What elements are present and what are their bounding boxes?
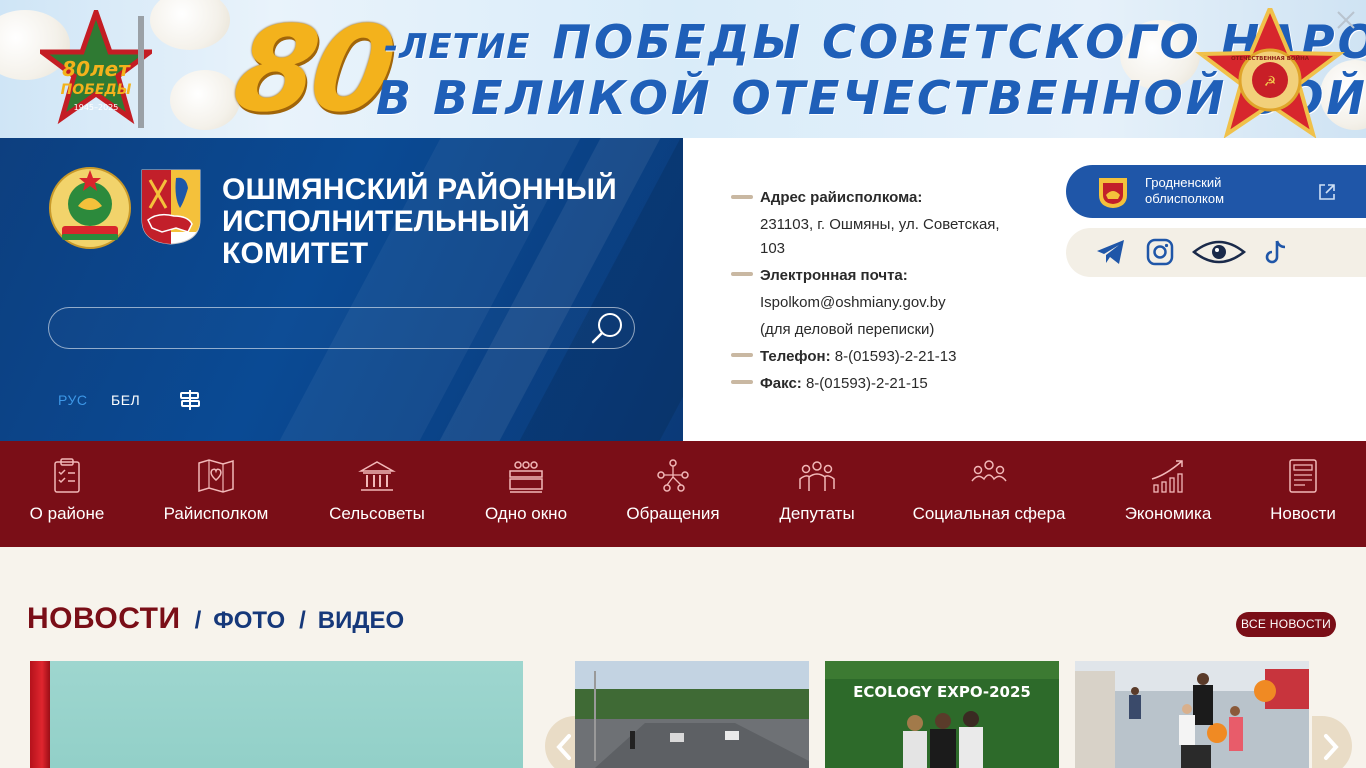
instagram-icon[interactable] xyxy=(1146,236,1174,268)
news-thumb-festival[interactable] xyxy=(1075,661,1309,768)
nav-label: Сельсоветы xyxy=(329,504,425,523)
order-text: ОТЕЧЕСТВЕННАЯ ВОЙНА xyxy=(1231,54,1310,62)
header-links-panel: Гродненский облисполком xyxy=(1040,138,1366,441)
all-news-button[interactable]: ВСЕ НОВОСТИ xyxy=(1236,612,1336,637)
phone-value[interactable]: 8-(01593)-2-21-13 xyxy=(835,348,957,365)
nav-item-economy[interactable]: Экономика xyxy=(1118,441,1218,547)
logo-80-text: 80лет xyxy=(62,57,131,81)
nav-label: Одно окно xyxy=(484,504,568,523)
nav-item-executive-committee[interactable]: Райисполком xyxy=(156,441,276,547)
address-line1: 231103, г. Ошмяны, ул. Советская, xyxy=(760,216,1000,233)
nav-item-one-window[interactable]: Одно окно xyxy=(476,441,576,547)
close-icon[interactable] xyxy=(1334,8,1358,32)
belarus-emblem-icon[interactable] xyxy=(48,164,132,250)
newspaper-icon xyxy=(1289,459,1317,493)
people-group-icon xyxy=(799,461,835,491)
phone-row: Телефон: 8-(01593)-2-21-13 xyxy=(760,347,957,367)
logo-victory-text: ПОБЕДЫ xyxy=(61,82,132,98)
language-ru[interactable]: РУС xyxy=(58,392,88,408)
social-links xyxy=(1066,228,1366,277)
network-icon xyxy=(657,459,689,492)
language-be[interactable]: БЕЛ xyxy=(111,392,140,408)
nav-item-village-councils[interactable]: Сельсоветы xyxy=(322,441,432,547)
nav-label: Райисполком xyxy=(163,504,269,523)
email-label: Электронная почта: xyxy=(760,267,908,284)
clipboard-icon xyxy=(54,458,80,493)
phone-label: Телефон: xyxy=(760,348,831,365)
district-coat-of-arms-icon[interactable] xyxy=(140,168,202,246)
bullet-dash xyxy=(731,272,753,276)
sitemap-icon[interactable] xyxy=(178,388,202,412)
promo-banner[interactable]: 80лет ПОБЕДЫ 1945–2025 80 -ЛЕТИЕ ПОБЕДЫ С… xyxy=(0,0,1366,138)
tab-photo[interactable]: ФОТО xyxy=(213,607,285,634)
nav-label: Экономика xyxy=(1124,504,1212,523)
fax-row: Факс: 8-(01593)-2-21-15 xyxy=(760,374,928,394)
nav-item-about-district[interactable]: О районе xyxy=(18,441,116,547)
banner-suffix: -ЛЕТИЕ xyxy=(384,27,531,67)
search-input[interactable] xyxy=(63,314,583,342)
flag-decoration xyxy=(30,661,50,768)
order-patriotic-war-icon: ☭ ОТЕЧЕСТВЕННАЯ ВОЙНА xyxy=(1195,8,1345,138)
nav-label: Обращения xyxy=(626,504,720,523)
nav-item-news[interactable]: Новости xyxy=(1262,441,1344,547)
news-photo: ECOLOGY EXPO-2025 xyxy=(825,661,1059,768)
organization-title[interactable]: Ошмянский районный исполнительный комите… xyxy=(222,174,642,270)
region-line2: облисполком xyxy=(1145,191,1225,206)
flower-decoration xyxy=(150,0,230,50)
social-icon xyxy=(971,460,1007,482)
banner-number: 80 xyxy=(226,0,398,138)
carousel-next-button[interactable] xyxy=(1312,716,1352,768)
chart-growth-icon xyxy=(1151,460,1183,493)
news-title[interactable]: НОВОСТИ xyxy=(27,602,181,635)
search-box xyxy=(48,307,635,349)
bullet-dash xyxy=(731,195,753,199)
nav-label: Депутаты xyxy=(779,504,855,523)
svg-text:☭: ☭ xyxy=(1264,74,1277,90)
building-icon xyxy=(358,461,396,491)
nav-label: Социальная сфера xyxy=(912,504,1066,523)
news-photo xyxy=(1075,661,1309,768)
telegram-icon[interactable] xyxy=(1094,236,1128,268)
nav-label: О районе xyxy=(29,504,105,523)
news-header: НОВОСТИ / ФОТО / ВИДЕО xyxy=(27,602,404,636)
news-photo xyxy=(575,661,809,768)
nav-item-deputies[interactable]: Депутаты xyxy=(774,441,860,547)
news-thumb-road[interactable] xyxy=(575,661,809,768)
main-navigation: О районе Райисполком Сельсоветы Одно окн… xyxy=(0,441,1366,547)
nav-item-social-sphere[interactable]: Социальная сфера xyxy=(906,441,1072,547)
victory-80-logo: 80лет ПОБЕДЫ 1945–2025 xyxy=(40,10,152,128)
separator: / xyxy=(299,607,306,634)
grodno-emblem-icon xyxy=(1099,178,1127,208)
search-icon[interactable] xyxy=(589,310,627,346)
region-line1: Гродненский xyxy=(1145,175,1222,190)
eye-icon[interactable] xyxy=(1192,236,1246,268)
nav-label: Новости xyxy=(1270,504,1336,523)
tab-video[interactable]: ВИДЕО xyxy=(318,607,404,634)
chevron-right-icon xyxy=(1324,734,1339,760)
contacts-panel: Адрес райисполкома: 231103, г. Ошмяны, у… xyxy=(683,138,1083,441)
external-link-icon xyxy=(1319,184,1335,200)
address-line2: 103 xyxy=(760,240,786,257)
email-note: (для деловой переписки) xyxy=(760,321,935,338)
fax-value: 8-(01593)-2-21-15 xyxy=(805,375,928,392)
logo-years-text: 1945–2025 xyxy=(74,103,119,112)
nav-item-appeals[interactable]: Обращения xyxy=(620,441,726,547)
header-brand-panel: Ошмянский районный исполнительный комите… xyxy=(0,138,683,441)
fax-label: Факс: xyxy=(760,375,802,392)
bullet-dash xyxy=(731,380,753,384)
regional-executive-committee-link[interactable]: Гродненский облисполком xyxy=(1066,165,1366,218)
address-label: Адрес райисполкома: xyxy=(760,189,923,206)
region-label: Гродненский облисполком xyxy=(1145,175,1265,207)
featured-news-photo[interactable] xyxy=(30,661,523,768)
bullet-dash xyxy=(731,353,753,357)
email-link[interactable]: Ispolkom@oshmiany.gov.by xyxy=(760,293,946,313)
service-desk-icon xyxy=(509,461,543,493)
tiktok-icon[interactable] xyxy=(1264,236,1288,268)
news-thumb-ecology-expo[interactable]: ECOLOGY EXPO-2025 xyxy=(825,661,1059,768)
ecology-expo-caption: ECOLOGY EXPO-2025 xyxy=(853,683,1031,701)
separator: / xyxy=(194,607,202,634)
map-heart-icon xyxy=(198,459,234,493)
